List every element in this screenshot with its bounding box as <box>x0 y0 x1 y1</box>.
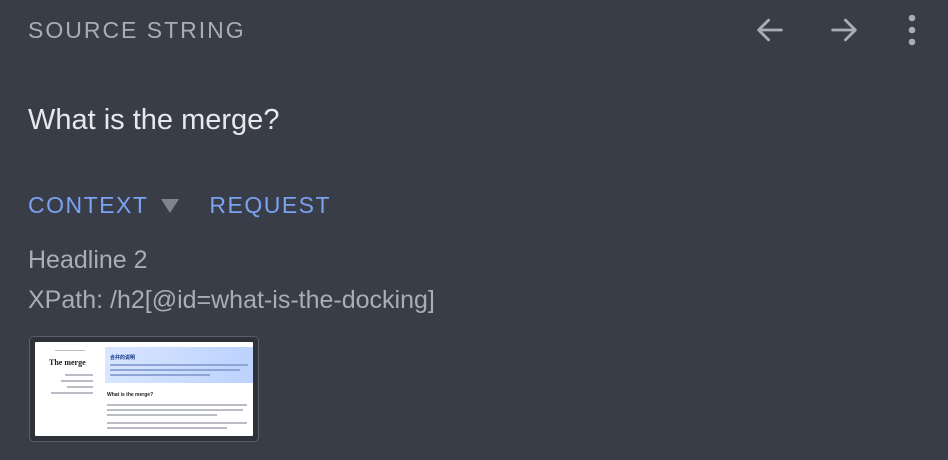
source-string-text: What is the merge? <box>28 104 280 136</box>
context-dropdown-caret-icon[interactable] <box>161 199 180 213</box>
thumbnail-body-line <box>107 404 247 406</box>
tab-context[interactable]: CONTEXT <box>28 191 148 219</box>
thumbnail-body-line <box>107 409 243 411</box>
thumbnail-page-title: The merge <box>49 358 86 367</box>
tab-request[interactable]: REQUEST <box>209 191 331 219</box>
thumbnail-section-heading: What is the merge? <box>107 392 154 398</box>
thumbnail-banner-line <box>110 364 248 366</box>
thumbnail-logo-bar <box>55 350 85 351</box>
toolbar <box>752 12 924 48</box>
previous-button[interactable] <box>752 12 788 48</box>
thumbnail-nav-line <box>67 386 93 388</box>
source-string-panel: SOURCE STRING What is the merge? CONTEXT… <box>0 0 948 460</box>
thumbnail-page-preview: The merge 合并的说明 What is the merge? <box>35 342 253 436</box>
thumbnail-banner-line <box>110 374 210 376</box>
thumbnail-nav-line <box>51 392 93 394</box>
context-element-type: Headline 2 <box>28 246 148 274</box>
thumbnail-banner-line <box>110 369 240 371</box>
thumbnail-banner-title: 合并的说明 <box>110 355 136 361</box>
arrow-right-icon <box>831 18 857 42</box>
next-button[interactable] <box>826 12 862 48</box>
arrow-left-icon <box>757 18 783 42</box>
thumbnail-nav-line <box>61 380 93 382</box>
section-label: SOURCE STRING <box>28 17 246 43</box>
thumbnail-body-line <box>107 427 227 429</box>
more-vert-icon <box>908 14 916 46</box>
thumbnail-nav-line <box>65 374 93 376</box>
context-xpath: XPath: /h2[@id=what-is-the-docking] <box>28 286 435 314</box>
thumbnail-body-line <box>107 414 217 416</box>
context-tabs: CONTEXT REQUEST <box>28 191 331 219</box>
context-screenshot-thumbnail[interactable]: The merge 合并的说明 What is the merge? <box>29 336 259 442</box>
thumbnail-body-line <box>107 422 247 424</box>
more-options-button[interactable] <box>900 12 924 48</box>
